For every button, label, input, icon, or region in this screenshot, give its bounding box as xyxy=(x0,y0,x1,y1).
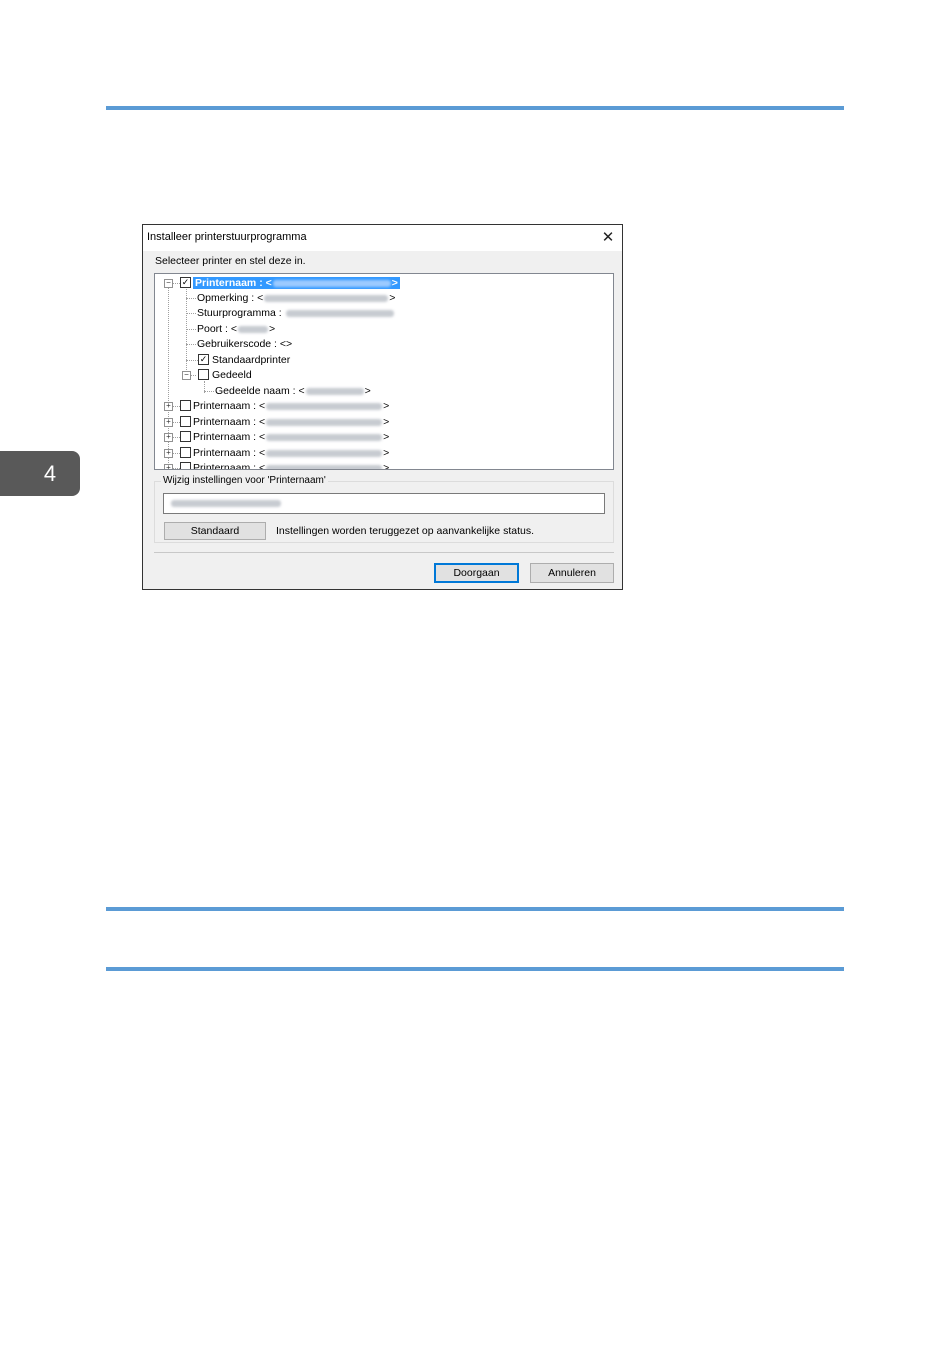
tree-node-printer-selected[interactable]: Printernaam : < > xyxy=(193,276,400,290)
tree-node-stuurprogramma[interactable]: Stuurprogramma : xyxy=(197,306,395,320)
stuurprogramma-label: Stuurprogramma : xyxy=(197,307,285,319)
tree-node-opmerking[interactable]: Opmerking : < > xyxy=(197,291,395,305)
standaardprinter-label: Standaardprinter xyxy=(212,354,291,366)
poort-label: Poort : < xyxy=(197,323,237,335)
instruction-text: Selecteer printer en stel deze in. xyxy=(155,255,306,267)
redacted-value xyxy=(266,464,383,469)
tree-node-gedeeld[interactable]: Gedeeld xyxy=(212,368,252,382)
checkbox-printer-6[interactable] xyxy=(180,462,191,469)
redacted-value xyxy=(171,500,281,507)
tree-node-poort[interactable]: Poort : < > xyxy=(197,322,275,336)
redacted-value xyxy=(266,433,383,441)
printer-suffix: > xyxy=(383,447,390,459)
tree-node-gedeelde-naam[interactable]: Gedeelde naam : < > xyxy=(215,384,371,398)
expand-icon[interactable]: + xyxy=(164,418,173,427)
install-driver-dialog: Installeer printerstuurprogramma ✕ Selec… xyxy=(142,224,623,590)
printer-label: Printernaam : < xyxy=(193,400,266,412)
expand-icon[interactable]: + xyxy=(164,449,173,458)
gedeeld-label: Gedeeld xyxy=(212,369,252,381)
chapter-tab: 4 xyxy=(0,451,80,496)
printer-name-field[interactable] xyxy=(163,493,605,514)
printer-suffix: > xyxy=(383,416,390,428)
expand-icon[interactable]: + xyxy=(164,402,173,411)
tree-node-printer[interactable]: Printernaam : < > xyxy=(193,399,389,413)
printer-suffix: > xyxy=(391,277,398,289)
opmerking-suffix: > xyxy=(389,292,396,304)
redacted-value xyxy=(305,387,364,395)
cancel-button[interactable]: Annuleren xyxy=(530,563,614,583)
reset-note: Instellingen worden teruggezet op aanvan… xyxy=(276,525,534,537)
separator xyxy=(154,552,614,553)
standard-button[interactable]: Standaard xyxy=(164,522,266,540)
groupbox-label: Wijzig instellingen voor 'Printernaam' xyxy=(161,475,328,486)
expand-icon[interactable]: + xyxy=(164,433,173,442)
checkbox-gedeeld[interactable] xyxy=(198,369,209,380)
redacted-value xyxy=(266,418,383,426)
redacted-value xyxy=(285,309,394,317)
tree-node-gebruikerscode[interactable]: Gebruikerscode : <> xyxy=(197,337,292,351)
opmerking-label: Opmerking : < xyxy=(197,292,264,304)
continue-button[interactable]: Doorgaan xyxy=(434,563,519,583)
tree-node-printer[interactable]: Printernaam : < > xyxy=(193,415,389,429)
checkbox-standaardprinter[interactable]: ✓ xyxy=(198,354,209,365)
section-rule xyxy=(106,967,844,971)
printer-label: Printernaam : < xyxy=(193,462,266,470)
printer-label: Printernaam : < xyxy=(193,431,266,443)
close-icon[interactable]: ✕ xyxy=(598,228,618,248)
printer-label: Printernaam : < xyxy=(193,447,266,459)
printer-suffix: > xyxy=(383,431,390,443)
dialog-title: Installeer printerstuurprogramma xyxy=(147,231,307,243)
redacted-value xyxy=(266,402,383,410)
tree-node-standaardprinter[interactable]: Standaardprinter xyxy=(212,353,290,367)
printer-suffix: > xyxy=(383,400,390,412)
dialog-titlebar: Installeer printerstuurprogramma ✕ xyxy=(143,225,622,251)
checkbox-printer-4[interactable] xyxy=(180,431,191,442)
printer-tree[interactable]: − ✓ Printernaam : < > Opmerking : < > Stuu… xyxy=(154,273,614,470)
checkbox-printer-2[interactable] xyxy=(180,400,191,411)
header-rule xyxy=(106,106,844,110)
poort-suffix: > xyxy=(268,323,276,335)
settings-groupbox: Wijzig instellingen voor 'Printernaam' S… xyxy=(154,475,614,543)
expand-icon[interactable]: + xyxy=(164,464,173,469)
redacted-value xyxy=(272,279,391,287)
redacted-value xyxy=(266,449,383,457)
tree-node-printer[interactable]: Printernaam : < > xyxy=(193,461,390,470)
collapse-icon[interactable]: − xyxy=(182,371,191,380)
checkbox-printer-1[interactable]: ✓ xyxy=(180,277,191,288)
printer-label: Printernaam : < xyxy=(193,416,266,428)
collapse-icon[interactable]: − xyxy=(164,279,173,288)
section-rule xyxy=(106,907,844,911)
printer-suffix: > xyxy=(383,462,390,470)
redacted-value xyxy=(237,325,268,333)
gedeelde-naam-label: Gedeelde naam : < xyxy=(215,385,305,397)
checkbox-printer-3[interactable] xyxy=(180,416,191,427)
chapter-number: 4 xyxy=(43,461,57,486)
gedeelde-naam-suffix: > xyxy=(364,385,371,397)
redacted-value xyxy=(264,294,389,302)
tree-node-printer[interactable]: Printernaam : < > xyxy=(193,430,389,444)
tree-node-printer[interactable]: Printernaam : < > xyxy=(193,446,389,460)
checkbox-printer-5[interactable] xyxy=(180,447,191,458)
printer-label: Printernaam : < xyxy=(195,277,272,289)
gebruikerscode-label: Gebruikerscode : <> xyxy=(197,338,293,350)
